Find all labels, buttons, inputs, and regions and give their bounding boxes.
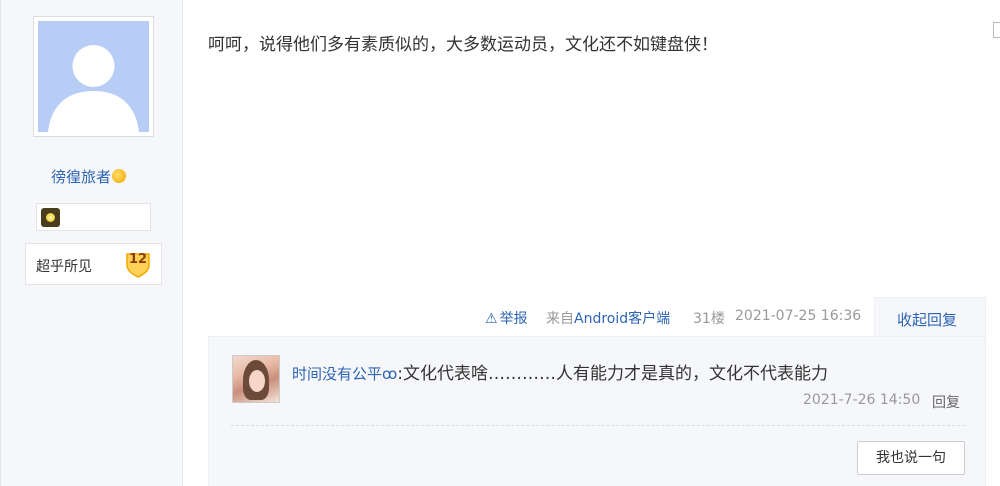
reply-time: 2021-7-26 14:50: [803, 392, 921, 408]
badge-container: [36, 203, 151, 231]
medal-icon[interactable]: [41, 208, 60, 227]
post-time: 2021-07-25 16:36: [735, 308, 862, 324]
post-content: 呵呵，说得他们多有素质似的，大多数运动员，文化还不如键盘侠！: [208, 35, 718, 55]
reply-panel: 时间没有公平ꝏ:文化代表啥…………人有能力才是真的，文化不代表能力 2021-7…: [208, 336, 986, 486]
author-avatar[interactable]: [33, 16, 154, 137]
warning-icon: ⚠: [485, 311, 498, 327]
level-box[interactable]: 超乎所见 12: [25, 243, 162, 285]
reply-avatar[interactable]: [232, 355, 280, 403]
level-number: 12: [128, 252, 148, 267]
collapse-replies-tab[interactable]: 收起回复: [874, 297, 986, 337]
floor-number: 31楼: [693, 311, 725, 327]
reply-username[interactable]: 时间没有公平: [292, 365, 382, 383]
report-link[interactable]: ⚠ 举报: [485, 308, 528, 328]
source-prefix: 来自: [546, 311, 574, 327]
reply-user-icon: ꝏ: [382, 365, 398, 383]
reply-button[interactable]: 回复: [932, 392, 960, 412]
source-client-link[interactable]: Android客户端: [574, 311, 670, 327]
reply-divider: [231, 425, 965, 426]
reply-item: 时间没有公平ꝏ:文化代表啥…………人有能力才是真的，文化不代表能力: [292, 359, 828, 384]
level-title: 超乎所见: [36, 259, 92, 275]
default-avatar-icon: [38, 21, 149, 132]
author-name[interactable]: 徬徨旅者: [51, 166, 127, 187]
report-label[interactable]: 举报: [500, 311, 528, 327]
author-name-text[interactable]: 徬徨旅者: [51, 168, 111, 186]
level-badge-icon: 12: [124, 250, 152, 278]
expand-icon[interactable]: [993, 22, 1000, 38]
reply-content: 文化代表啥…………人有能力才是真的，文化不代表能力: [403, 364, 829, 384]
collapse-replies-label[interactable]: 收起回复: [897, 309, 957, 330]
post-source: 来自Android客户端: [546, 308, 670, 328]
author-sidebar: 徬徨旅者 超乎所见 12: [0, 0, 183, 486]
laughing-emoji-icon: [112, 169, 127, 183]
say-something-button[interactable]: 我也说一句: [857, 441, 965, 475]
